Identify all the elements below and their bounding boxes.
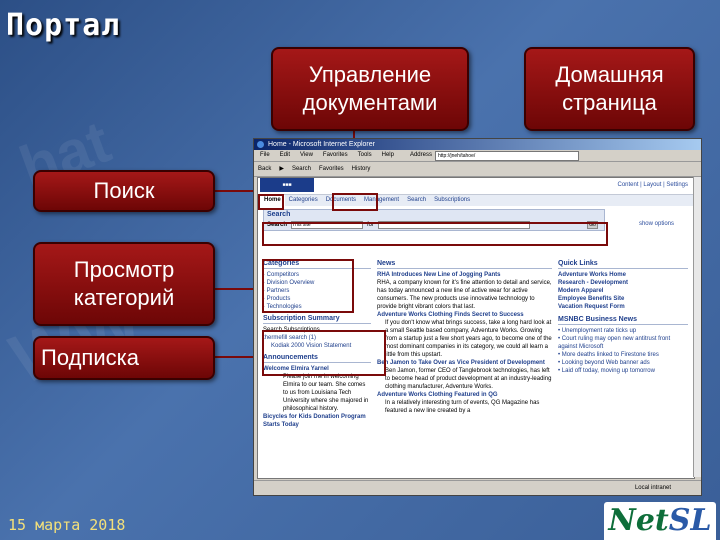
history-button[interactable]: History xyxy=(352,162,371,176)
msnbc-link[interactable]: • Court ruling may open new antitrust fr… xyxy=(558,335,688,351)
back-button[interactable]: Back xyxy=(258,162,271,176)
highlight-home-tab xyxy=(258,194,284,210)
highlight-subscriptions xyxy=(262,330,386,376)
tab-subscriptions[interactable]: Subscriptions xyxy=(430,195,474,206)
news-body: If you don't know what brings success, t… xyxy=(385,320,552,358)
netsl-logo: NetSL xyxy=(604,502,716,540)
news-column: News RHA Introduces New Line of Jogging … xyxy=(377,260,552,415)
news-body: RHA, a company known for it's fine atten… xyxy=(377,280,552,310)
forward-arrow-icon[interactable]: ▶ xyxy=(279,162,284,176)
search-button[interactable]: Search xyxy=(292,162,311,176)
portal-tabs: Home Categories Documents Management Sea… xyxy=(258,195,694,206)
tab-search[interactable]: Search xyxy=(403,195,430,206)
highlight-search xyxy=(262,222,608,246)
favorites-button[interactable]: Favorites xyxy=(319,162,344,176)
news-heading: News xyxy=(377,260,552,269)
callout-subscription: Подписка xyxy=(33,336,215,380)
news-body: Ben Jamon, former CEO of Tanglebrook tec… xyxy=(385,368,552,390)
news-title[interactable]: RHA Introduces New Line of Jogging Pants xyxy=(377,271,552,279)
browser-title: Home - Microsoft Internet Explorer xyxy=(268,141,375,148)
portal-top-links[interactable]: Content | Layout | Settings xyxy=(618,182,689,188)
slide-title: Портал xyxy=(6,8,121,43)
news-title[interactable]: Ben Jamon to Take Over as Vice President… xyxy=(377,359,552,367)
quick-link[interactable]: Research - Development xyxy=(558,279,688,287)
callout-label: Просмотр категорий xyxy=(73,257,175,310)
quick-link[interactable]: Modern Apparel xyxy=(558,287,688,295)
menu-help[interactable]: Help xyxy=(382,150,394,161)
callout-search: Поиск xyxy=(33,170,215,212)
subscription-summary-heading: Subscription Summary xyxy=(263,315,371,324)
slide-date: 15 марта 2018 xyxy=(8,516,126,534)
vertical-scrollbar[interactable] xyxy=(693,177,701,477)
ie-logo-icon xyxy=(257,141,264,148)
news-body: In a relatively interesting turn of even… xyxy=(385,400,540,414)
highlight-categories xyxy=(262,259,354,313)
callout-browse-categories: Просмотр категорий xyxy=(33,242,215,326)
show-options-link[interactable]: show options xyxy=(639,221,674,227)
status-zone: Local intranet xyxy=(634,485,671,491)
msnbc-heading: MSNBC Business News xyxy=(558,316,688,325)
quick-link[interactable]: Vacation Request Form xyxy=(558,303,688,311)
callout-home-page: Домашняя страница xyxy=(524,47,695,131)
address-label: Address xyxy=(409,152,432,158)
browser-window: Home - Microsoft Internet Explorer File … xyxy=(253,138,702,496)
menu-tools[interactable]: Tools xyxy=(358,150,372,161)
search-heading: Search xyxy=(267,211,291,218)
news-title[interactable]: Adventure Works Clothing Finds Secret to… xyxy=(377,311,552,319)
quick-links-column: Quick Links Adventure Works Home Researc… xyxy=(558,260,688,375)
browser-title-bar: Home - Microsoft Internet Explorer xyxy=(254,139,701,150)
quick-links-heading: Quick Links xyxy=(558,260,688,269)
callout-label: Поиск xyxy=(93,178,155,203)
announcement-body: Please join me in welcoming Elmira to ou… xyxy=(283,374,369,412)
callout-label: Управление документами xyxy=(302,62,438,115)
page-content: ■■■ Content | Layout | Settings Home Cat… xyxy=(257,177,695,479)
menu-bar: File Edit View Favorites Tools Help Addr… xyxy=(254,150,701,162)
status-bar: Local intranet xyxy=(254,480,701,495)
msnbc-link[interactable]: • Looking beyond Web banner ads xyxy=(558,359,688,367)
highlight-documents-tab xyxy=(332,193,378,211)
portal-header: ■■■ Content | Layout | Settings xyxy=(258,178,694,195)
browser-toolbar: Back ▶ Search Favorites History xyxy=(254,162,701,177)
tab-categories[interactable]: Categories xyxy=(285,195,322,206)
announcement-title[interactable]: Bicycles for Kids Donation Program Start… xyxy=(263,413,371,429)
msnbc-link[interactable]: • More deaths linked to Firestone tires xyxy=(558,351,688,359)
news-title[interactable]: Adventure Works Clothing Featured in QG xyxy=(377,391,552,399)
menu-favorites[interactable]: Favorites xyxy=(323,150,348,161)
quick-link[interactable]: Employee Benefits Site xyxy=(558,295,688,303)
portal-logo: ■■■ xyxy=(260,178,314,192)
menu-view[interactable]: View xyxy=(300,150,313,161)
msnbc-link[interactable]: • Unemployment rate ticks up xyxy=(558,327,688,335)
callout-document-management: Управление документами xyxy=(271,47,469,131)
callout-label: Подписка xyxy=(41,345,139,370)
menu-file[interactable]: File xyxy=(260,150,270,161)
menu-edit[interactable]: Edit xyxy=(280,150,290,161)
quick-link[interactable]: Adventure Works Home xyxy=(558,271,688,279)
callout-label: Домашняя страница xyxy=(555,62,664,115)
address-group: Address http://jneh/tahoe/ xyxy=(410,150,579,161)
msnbc-link[interactable]: • Laid off today, moving up tomorrow xyxy=(558,367,688,375)
address-field[interactable]: http://jneh/tahoe/ xyxy=(434,151,579,161)
